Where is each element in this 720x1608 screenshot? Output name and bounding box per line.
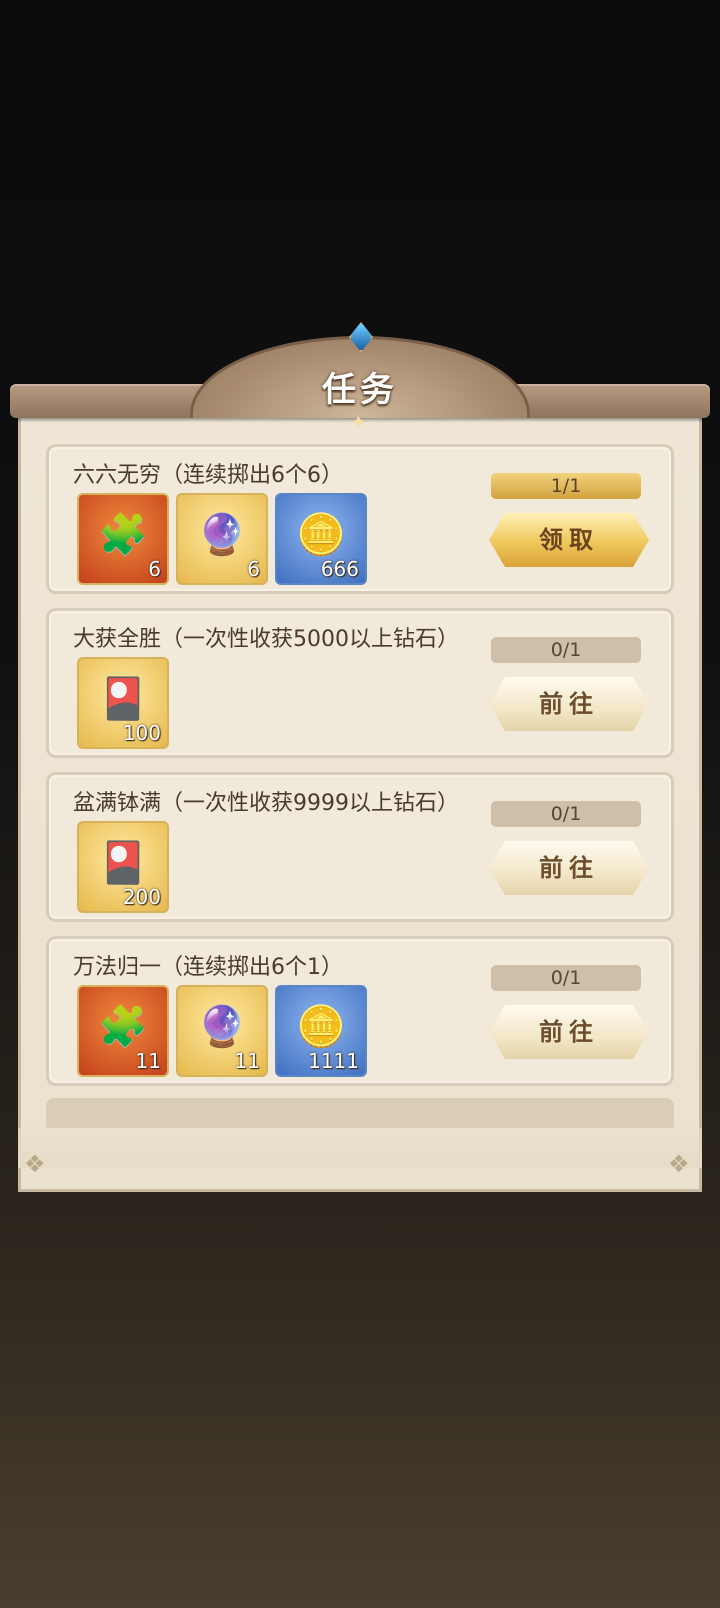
silver-coin-icon: 🪙	[296, 511, 346, 558]
corner-ornament-icon: ❖	[24, 1150, 46, 1178]
dialog-title: 任务	[322, 370, 398, 410]
reward-item[interactable]: 🔮 6	[176, 493, 268, 585]
panel-footer	[18, 1128, 702, 1168]
reward-count: 11	[135, 1049, 161, 1073]
go-button[interactable]: 前往	[489, 677, 649, 731]
progress-bar: 0/1	[491, 801, 641, 827]
reward-item[interactable]: 🪙 666	[275, 493, 367, 585]
reward-count: 6	[148, 557, 161, 581]
reward-count: 11	[234, 1049, 260, 1073]
task-card: 大获全胜（一次性收获5000以上钻石） 🎴 100 0/1 前往	[46, 608, 674, 758]
reward-item[interactable]: 🔮 11	[176, 985, 268, 1077]
purple-card-icon: 🎴	[98, 675, 148, 722]
silver-coin-icon: 🪙	[296, 1003, 346, 1050]
task-title: 六六无穷（连续掷出6个6）	[73, 463, 343, 488]
crystal-icon: 🔮	[197, 1003, 247, 1050]
task-title: 大获全胜（一次性收获5000以上钻石）	[73, 627, 459, 652]
reward-count: 6	[247, 557, 260, 581]
reward-count: 200	[122, 885, 161, 909]
reward-item[interactable]: 🧩 11	[77, 985, 169, 1077]
progress-bar: 0/1	[491, 965, 641, 991]
task-title: 盆满钵满（一次性收获9999以上钻石）	[73, 791, 459, 816]
reward-item[interactable]: 🧩 6	[77, 493, 169, 585]
reward-count: 666	[320, 557, 359, 581]
task-card-partial	[46, 1098, 674, 1128]
dice-puzzle-icon: 🧩	[98, 511, 148, 558]
task-card: 盆满钵满（一次性收获9999以上钻石） 🎴 200 0/1 前往	[46, 772, 674, 922]
sparkle-icon: ✦	[350, 410, 367, 434]
purple-card-icon: 🎴	[98, 839, 148, 886]
reward-count: 1111	[308, 1049, 359, 1073]
progress-bar: 1/1	[491, 473, 641, 499]
dice-puzzle-icon: 🧩	[98, 1003, 148, 1050]
reward-item[interactable]: 🪙 1111	[275, 985, 367, 1077]
corner-ornament-icon: ❖	[668, 1150, 690, 1178]
task-card: 万法归一（连续掷出6个1） 🧩 11 🔮 11 🪙 1111 0/1 前往	[46, 936, 674, 1086]
reward-item[interactable]: 🎴 200	[77, 821, 169, 913]
claim-button[interactable]: 领取	[489, 513, 649, 567]
task-card: 六六无穷（连续掷出6个6） 🧩 6 🔮 6 🪙 666 1/1 领取	[46, 444, 674, 594]
go-button[interactable]: 前往	[489, 1005, 649, 1059]
task-title: 万法归一（连续掷出6个1）	[73, 955, 343, 980]
progress-bar: 0/1	[491, 637, 641, 663]
crystal-icon: 🔮	[197, 511, 247, 558]
reward-item[interactable]: 🎴 100	[77, 657, 169, 749]
reward-count: 100	[122, 721, 161, 745]
go-button[interactable]: 前往	[489, 841, 649, 895]
